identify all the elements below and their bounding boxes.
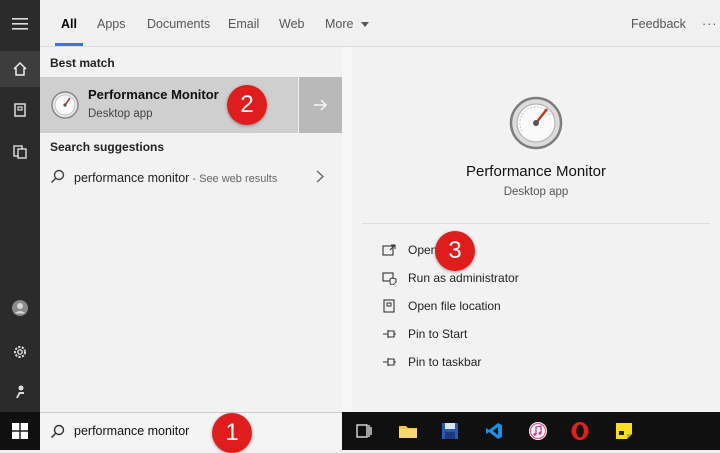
action-pin-to-start[interactable]: Pin to Start xyxy=(380,324,467,344)
step-badge-1: 1 xyxy=(212,413,252,453)
search-icon xyxy=(50,424,65,444)
tab-all[interactable]: All xyxy=(55,0,83,46)
app-detail-card: Performance Monitor Desktop app Open Run… xyxy=(352,47,720,412)
chevron-right-icon xyxy=(316,170,325,188)
tab-email[interactable]: Email xyxy=(228,0,259,46)
search-suggestions-header: Search suggestions xyxy=(50,140,165,154)
feedback-link[interactable]: Feedback xyxy=(631,0,686,46)
performance-monitor-large-icon xyxy=(508,95,564,156)
action-open[interactable]: Open xyxy=(380,240,437,260)
caret-down-icon xyxy=(360,21,369,27)
user-avatar-icon[interactable] xyxy=(0,290,40,326)
itunes-music-icon[interactable] xyxy=(525,418,551,444)
home-icon[interactable] xyxy=(0,51,40,87)
suggestion-query: performance monitor xyxy=(74,171,190,185)
search-icon xyxy=(50,169,65,189)
web-suggestion-item[interactable]: performance monitor - See web results xyxy=(40,159,342,195)
best-match-subtitle: Desktop app xyxy=(88,108,153,120)
file-explorer-icon[interactable] xyxy=(395,418,421,444)
step-badge-3: 3 xyxy=(435,231,475,271)
tab-web[interactable]: Web xyxy=(279,0,304,46)
detail-divider xyxy=(362,223,710,224)
open-icon xyxy=(380,241,398,259)
results-pane: Best match Performance Monitor Desktop a… xyxy=(40,47,342,412)
hamburger-menu-icon[interactable] xyxy=(0,6,40,42)
tab-documents[interactable]: Documents xyxy=(147,0,210,46)
detail-subtitle: Desktop app xyxy=(503,186,569,198)
left-rail xyxy=(0,0,40,450)
documents-icon[interactable] xyxy=(0,134,40,170)
performance-monitor-gauge-icon xyxy=(50,90,80,125)
feedback-person-icon[interactable] xyxy=(0,374,40,410)
settings-gear-icon[interactable] xyxy=(0,334,40,370)
shield-icon xyxy=(380,269,398,287)
action-run-as-administrator[interactable]: Run as administrator xyxy=(380,268,519,288)
save-disk-icon[interactable] xyxy=(437,418,463,444)
taskbar-search-box[interactable]: performance monitor xyxy=(40,412,342,450)
opera-browser-icon[interactable] xyxy=(567,418,593,444)
visual-studio-code-icon[interactable] xyxy=(481,418,507,444)
windows-logo-icon xyxy=(12,423,28,439)
step-badge-2: 2 xyxy=(227,85,267,125)
more-options-icon[interactable]: ··· xyxy=(702,0,718,46)
pin-icon xyxy=(380,353,398,371)
suggestion-suffix: - See web results xyxy=(189,173,278,185)
best-match-title: Performance Monitor xyxy=(88,87,219,102)
search-input[interactable]: performance monitor xyxy=(74,424,189,438)
task-view-icon[interactable] xyxy=(351,418,377,444)
app-detail-pane: Performance Monitor Desktop app Open Run… xyxy=(342,47,720,412)
expand-details-button[interactable] xyxy=(299,77,342,133)
notebook-icon[interactable] xyxy=(0,92,40,128)
arrow-right-icon xyxy=(313,99,327,111)
pin-icon xyxy=(380,325,398,343)
search-filter-tabs: All Apps Documents Email Web More Feedba… xyxy=(40,0,720,47)
detail-title: Performance Monitor xyxy=(465,163,607,180)
tab-apps[interactable]: Apps xyxy=(97,0,126,46)
best-match-header: Best match xyxy=(50,56,115,70)
folder-location-icon xyxy=(380,297,398,315)
action-open-file-location[interactable]: Open file location xyxy=(380,296,501,316)
action-pin-to-taskbar[interactable]: Pin to taskbar xyxy=(380,352,481,372)
tab-more[interactable]: More xyxy=(325,0,369,46)
sticky-notes-icon[interactable] xyxy=(611,418,637,444)
windows-start-button[interactable] xyxy=(0,412,40,450)
